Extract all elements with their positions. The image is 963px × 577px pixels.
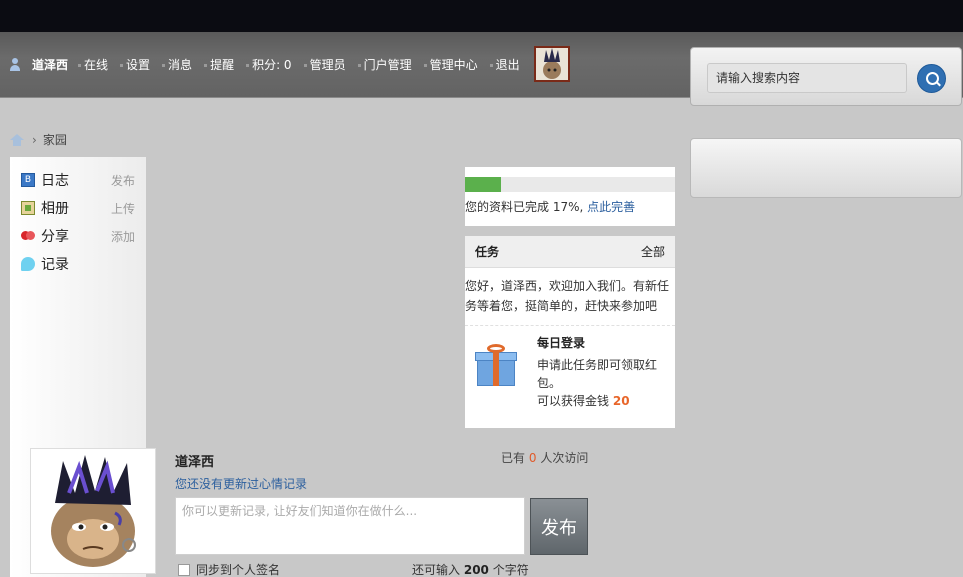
task-title: 任务 xyxy=(475,245,500,259)
task-box: 任务 全部 您好，道泽西，欢迎加入我们。有新任务等着您，挺简单的，赶快来参加吧 … xyxy=(465,236,675,428)
task-intro: 您好，道泽西，欢迎加入我们。有新任务等着您，挺简单的，赶快来参加吧 xyxy=(465,268,675,326)
nav-item-admin-center[interactable]: 管理中心 xyxy=(423,56,478,73)
mood-input[interactable] xyxy=(175,497,525,555)
sidebar-item-label[interactable]: 分享 xyxy=(41,226,69,246)
right-side-box xyxy=(690,138,962,198)
mood-status-link[interactable]: 您还没有更新过心情记录 xyxy=(175,475,307,492)
sidebar-item-action[interactable]: 发布 xyxy=(111,172,135,189)
task-header: 任务 全部 xyxy=(465,236,675,268)
task-item-reward: 可以获得金钱 20 xyxy=(537,392,630,409)
sidebar-item-album[interactable]: 相册 上传 xyxy=(21,198,141,218)
gift-icon xyxy=(475,344,517,388)
sidebar-item-label[interactable]: 相册 xyxy=(41,198,69,218)
search-panel xyxy=(690,47,962,106)
user-nav: 道泽西 在线 设置 消息 提醒 积分: 0 管理员 门户管理 管理中心 退出 xyxy=(8,46,570,82)
profile-name[interactable]: 道泽西 xyxy=(175,451,214,470)
nav-item-online[interactable]: 在线 xyxy=(78,56,108,73)
profile-progress-box: 您的资料已完成 17%, 点此完善 xyxy=(465,167,675,226)
sync-signature-label[interactable]: 同步到个人签名 xyxy=(196,561,280,577)
task-item-title[interactable]: 每日登录 xyxy=(537,334,585,351)
nav-item-points[interactable]: 积分: 0 xyxy=(246,56,292,73)
task-reward-label: 可以获得金钱 xyxy=(537,394,610,408)
progress-label: 您的资料已完成 17%, xyxy=(465,200,584,214)
sidebar-item-share[interactable]: 分享 添加 xyxy=(21,226,141,246)
nav-item-settings[interactable]: 设置 xyxy=(120,56,150,73)
sidebar-item-record[interactable]: 记录 xyxy=(21,254,141,274)
char-count-prefix: 还可输入 xyxy=(412,563,461,577)
search-input[interactable] xyxy=(707,63,907,93)
top-black-bar xyxy=(0,0,963,32)
breadcrumb-separator: › xyxy=(32,132,37,147)
search-icon[interactable] xyxy=(917,64,946,93)
share-icon xyxy=(21,229,35,243)
sync-signature-checkbox[interactable] xyxy=(178,563,190,576)
nav-item-logout[interactable]: 退出 xyxy=(489,56,520,73)
nav-item-reminders[interactable]: 提醒 xyxy=(204,56,234,73)
breadcrumb-current[interactable]: 家园 xyxy=(43,131,67,148)
visits-count: 0 xyxy=(528,451,537,465)
nav-item-admin[interactable]: 管理员 xyxy=(303,56,346,73)
nav-item-messages[interactable]: 消息 xyxy=(162,56,192,73)
profile-avatar[interactable] xyxy=(30,448,156,574)
record-icon xyxy=(21,257,35,271)
task-item-desc: 申请此任务即可领取红包。 xyxy=(537,358,658,390)
sidebar-item-action[interactable]: 上传 xyxy=(111,200,135,217)
nav-username[interactable]: 道泽西 xyxy=(32,56,68,73)
profile-visits: 已有 0 人次访问 xyxy=(501,449,588,466)
breadcrumb: › 家园 xyxy=(10,131,67,148)
task-reward-value: 20 xyxy=(612,394,630,408)
user-icon xyxy=(8,57,22,71)
album-icon xyxy=(21,201,35,215)
visits-suffix: 人次访问 xyxy=(540,451,589,465)
sidebar-item-label[interactable]: 记录 xyxy=(41,254,69,274)
sidebar-item-action[interactable]: 添加 xyxy=(111,228,135,245)
sync-signature-row[interactable]: 同步到个人签名 xyxy=(178,561,280,577)
progress-bar xyxy=(465,177,675,192)
char-count-value: 200 xyxy=(463,563,489,577)
progress-fill xyxy=(465,177,501,192)
progress-text: 您的资料已完成 17%, 点此完善 xyxy=(465,198,635,215)
blog-icon: B xyxy=(21,173,35,187)
sidebar-item-label[interactable]: 日志 xyxy=(41,170,69,190)
sidebar-item-blog[interactable]: B 日志 发布 xyxy=(21,170,141,190)
nav-avatar[interactable] xyxy=(533,46,570,82)
task-all-link[interactable]: 全部 xyxy=(641,243,665,260)
home-icon[interactable] xyxy=(10,133,24,146)
complete-profile-link[interactable]: 点此完善 xyxy=(587,200,635,214)
char-count: 还可输入 200 个字符 xyxy=(412,561,529,577)
task-item[interactable]: 每日登录 申请此任务即可领取红包。 可以获得金钱 20 xyxy=(465,326,675,426)
char-count-suffix: 个字符 xyxy=(492,563,529,577)
nav-item-portal-admin[interactable]: 门户管理 xyxy=(357,56,412,73)
visits-prefix: 已有 xyxy=(501,451,526,465)
publish-button[interactable]: 发布 xyxy=(530,498,588,555)
